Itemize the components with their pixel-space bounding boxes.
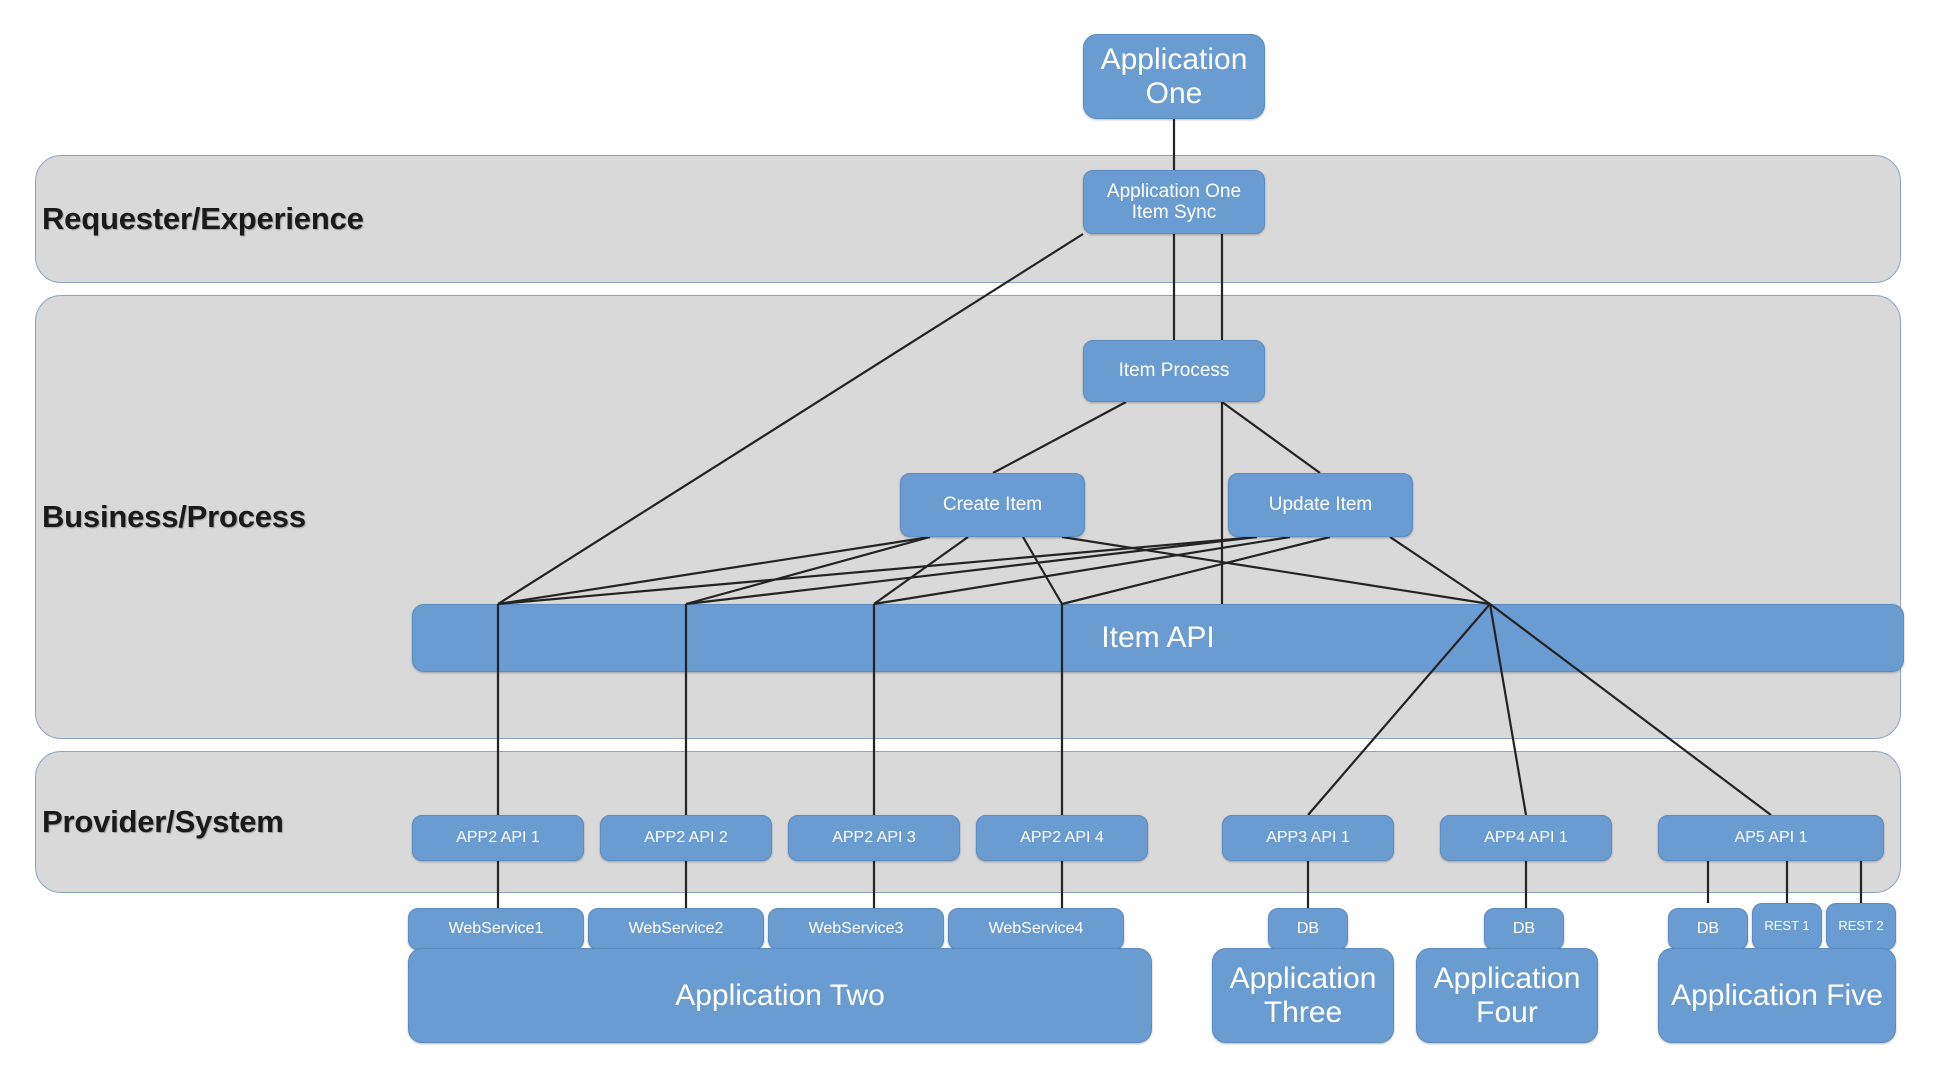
layer-label-requester: Requester/Experience <box>42 201 364 236</box>
diagram-canvas: Requester/Experience Business/Process Prov… <box>0 0 1936 1070</box>
node-webservice3[interactable]: WebService3 <box>768 908 944 950</box>
node-webservice1[interactable]: WebService1 <box>408 908 584 950</box>
node-rest2_app5[interactable]: REST 2 <box>1826 903 1896 950</box>
node-app2_api_2[interactable]: APP2 API 2 <box>600 815 772 861</box>
node-item_api[interactable]: Item API <box>412 604 1904 672</box>
node-item_process[interactable]: Item Process <box>1083 340 1265 402</box>
node-create_item[interactable]: Create Item <box>900 473 1085 537</box>
node-app4_api_1[interactable]: APP4 API 1 <box>1440 815 1612 861</box>
node-ap5_api_1[interactable]: AP5 API 1 <box>1658 815 1884 861</box>
node-app_one[interactable]: Application One <box>1083 34 1265 119</box>
node-db_app5[interactable]: DB <box>1668 908 1748 950</box>
node-app2_api_1[interactable]: APP2 API 1 <box>412 815 584 861</box>
node-app_one_sync[interactable]: Application One Item Sync <box>1083 170 1265 234</box>
node-app_five[interactable]: Application Five <box>1658 948 1896 1043</box>
node-webservice2[interactable]: WebService2 <box>588 908 764 950</box>
node-db_app3[interactable]: DB <box>1268 908 1348 950</box>
node-app_four[interactable]: Application Four <box>1416 948 1598 1043</box>
node-app3_api_1[interactable]: APP3 API 1 <box>1222 815 1394 861</box>
layer-label-provider: Provider/System <box>42 804 284 839</box>
node-app_two[interactable]: Application Two <box>408 948 1152 1043</box>
node-app2_api_4[interactable]: APP2 API 4 <box>976 815 1148 861</box>
node-update_item[interactable]: Update Item <box>1228 473 1413 537</box>
layer-band-provider <box>35 751 1901 893</box>
node-rest1_app5[interactable]: REST 1 <box>1752 903 1822 950</box>
node-webservice4[interactable]: WebService4 <box>948 908 1124 950</box>
layer-label-business: Business/Process <box>42 499 306 534</box>
node-app_three[interactable]: Application Three <box>1212 948 1394 1043</box>
node-app2_api_3[interactable]: APP2 API 3 <box>788 815 960 861</box>
node-db_app4[interactable]: DB <box>1484 908 1564 950</box>
